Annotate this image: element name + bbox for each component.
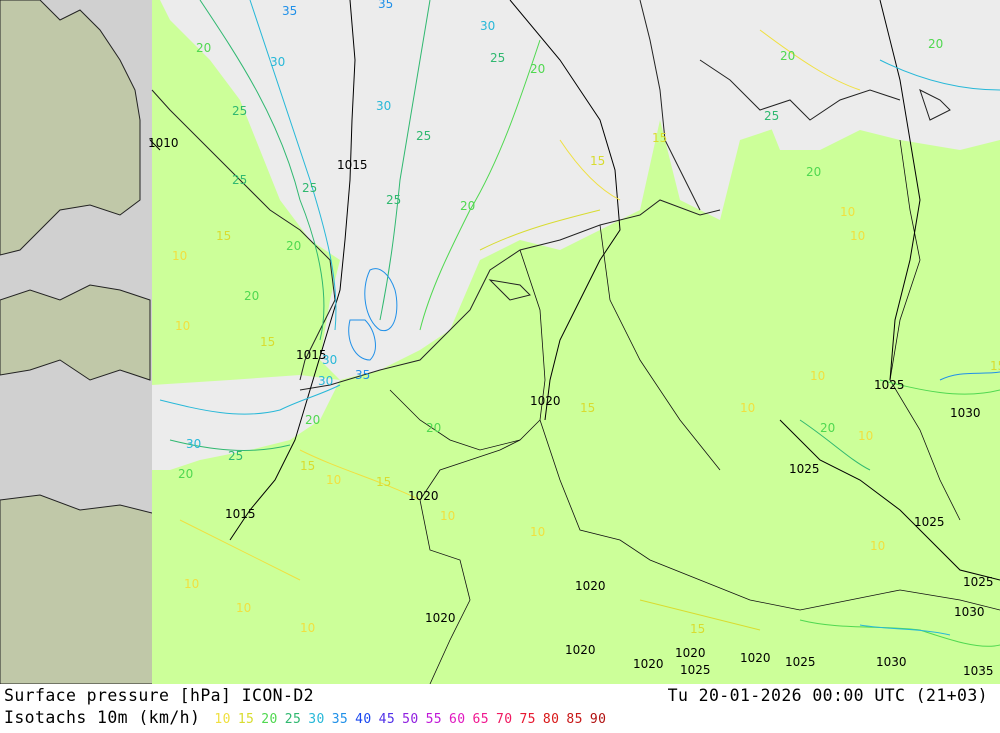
isotach-label: 10 xyxy=(236,601,251,615)
pressure-label: 1020 xyxy=(740,651,771,665)
isotach-label: 20 xyxy=(305,413,320,427)
isotach-label: 15 xyxy=(216,229,231,243)
isotach-label: 25 xyxy=(232,173,247,187)
pressure-label: 1015 xyxy=(225,507,256,521)
isotach-label: 30 xyxy=(186,437,201,451)
isotach-label: 20 xyxy=(530,62,545,76)
pressure-label: 1020 xyxy=(530,394,561,408)
isotach-label: 20 xyxy=(460,199,475,213)
pressure-label: 1020 xyxy=(675,646,706,660)
pressure-label: 1020 xyxy=(425,611,456,625)
pressure-label: 1030 xyxy=(950,406,981,420)
isotach-label: 20 xyxy=(426,421,441,435)
isotach-label: 35 xyxy=(355,368,370,382)
isotach-label: 15 xyxy=(376,475,391,489)
pressure-label: 1010 xyxy=(148,136,179,150)
isotach-label: 25 xyxy=(764,109,779,123)
isotach-label: 25 xyxy=(386,193,401,207)
isotach-legend: 10 15 20 25 30 35 40 45 50 55 60 65 70 75 80 85 90 xyxy=(214,712,613,727)
isotach-label: 30 xyxy=(322,353,337,367)
map-footer: Surface pressure [hPa] ICON-D2 Tu 20-01-… xyxy=(0,684,1000,733)
isotach-label: 10 xyxy=(175,319,190,333)
isotach-label: 20 xyxy=(928,37,943,51)
legend-value: 35 xyxy=(331,712,349,727)
pressure-label: 1025 xyxy=(789,462,820,476)
legend-value: 75 xyxy=(519,712,536,727)
legend-value: 45 xyxy=(378,712,396,727)
isotach-label: 20 xyxy=(780,49,795,63)
pressure-label: 1020 xyxy=(408,489,439,503)
legend-title: Isotachs 10m (km/h) xyxy=(4,708,201,727)
isotach-label: 10 xyxy=(326,473,341,487)
isotach-label: 35 xyxy=(282,4,297,18)
isotach-label: 20 xyxy=(244,289,259,303)
isotach-label: 25 xyxy=(490,51,505,65)
map-datetime: Tu 20-01-2026 00:00 UTC (21+03) xyxy=(667,686,988,705)
isotach-label: 25 xyxy=(228,449,243,463)
isotach-label: 15 xyxy=(990,359,1000,373)
isotach-label: 10 xyxy=(172,249,187,263)
isotach-label: 25 xyxy=(232,104,247,118)
legend-value: 70 xyxy=(495,712,513,727)
isotach-label: 10 xyxy=(850,229,865,243)
isotach-label: 15 xyxy=(300,459,315,473)
isotach-label: 35 xyxy=(378,0,393,11)
legend-value: 65 xyxy=(472,712,489,727)
isotach-label: 10 xyxy=(810,369,825,383)
isotach-label: 20 xyxy=(196,41,211,55)
outside-domain-land-britain-south xyxy=(0,284,151,381)
legend-value: 10 xyxy=(214,712,231,727)
legend-value: 55 xyxy=(425,712,443,727)
isotach-label: 10 xyxy=(184,577,199,591)
weather-map: 1010 1015 1015 1015 1020 1020 1020 1020 … xyxy=(0,0,1000,684)
legend-value: 80 xyxy=(542,712,560,727)
legend-value: 40 xyxy=(355,712,372,727)
pressure-label: 1025 xyxy=(874,378,905,392)
isotach-label: 15 xyxy=(260,335,275,349)
pressure-label: 1020 xyxy=(565,643,596,657)
isotach-label: 20 xyxy=(286,239,301,253)
legend-value: 25 xyxy=(284,712,302,727)
isotach-label: 20 xyxy=(820,421,835,435)
isotach-label: 10 xyxy=(858,429,873,443)
isotach-label: 30 xyxy=(480,19,495,33)
legend-value: 20 xyxy=(261,712,278,727)
pressure-label: 1035 xyxy=(963,664,994,678)
isotach-label: 15 xyxy=(590,154,605,168)
isotach-label: 25 xyxy=(416,129,431,143)
legend-value: 15 xyxy=(237,712,255,727)
pressure-label: 1030 xyxy=(876,655,907,669)
isotach-label: 20 xyxy=(178,467,193,481)
pressure-label: 1020 xyxy=(575,579,606,593)
isotach-label: 30 xyxy=(376,99,391,113)
isotach-label: 10 xyxy=(840,205,855,219)
legend-value: 90 xyxy=(589,712,607,727)
legend-row: Isotachs 10m (km/h) 10 15 20 25 30 35 40 45 50 55 6… xyxy=(4,708,613,727)
pressure-label: 1025 xyxy=(785,655,816,669)
pressure-label: 1020 xyxy=(633,657,664,671)
pressure-label: 1025 xyxy=(963,575,994,589)
pressure-label: 1025 xyxy=(914,515,945,529)
isotach-label: 10 xyxy=(740,401,755,415)
isotach-label: 10 xyxy=(870,539,885,553)
legend-value: 30 xyxy=(308,712,325,727)
isotach-label: 15 xyxy=(580,401,595,415)
legend-value: 85 xyxy=(566,712,583,727)
isotach-label: 30 xyxy=(270,55,285,69)
isotach-label: 15 xyxy=(690,622,705,636)
pressure-label: 1030 xyxy=(954,605,985,619)
legend-value: 50 xyxy=(402,712,419,727)
isotach-label: 20 xyxy=(806,165,821,179)
isotach-label: 10 xyxy=(440,509,455,523)
legend-value: 60 xyxy=(449,712,466,727)
isotach-label: 10 xyxy=(530,525,545,539)
map-title: Surface pressure [hPa] ICON-D2 xyxy=(4,686,315,705)
outside-domain-land-france xyxy=(0,494,166,684)
isotach-label: 25 xyxy=(302,181,317,195)
isotach-label: 10 xyxy=(300,621,315,635)
isotach-label: 30 xyxy=(318,374,333,388)
pressure-label: 1015 xyxy=(337,158,368,172)
isotach-label: 15 xyxy=(652,131,667,145)
pressure-label: 1025 xyxy=(680,663,711,677)
